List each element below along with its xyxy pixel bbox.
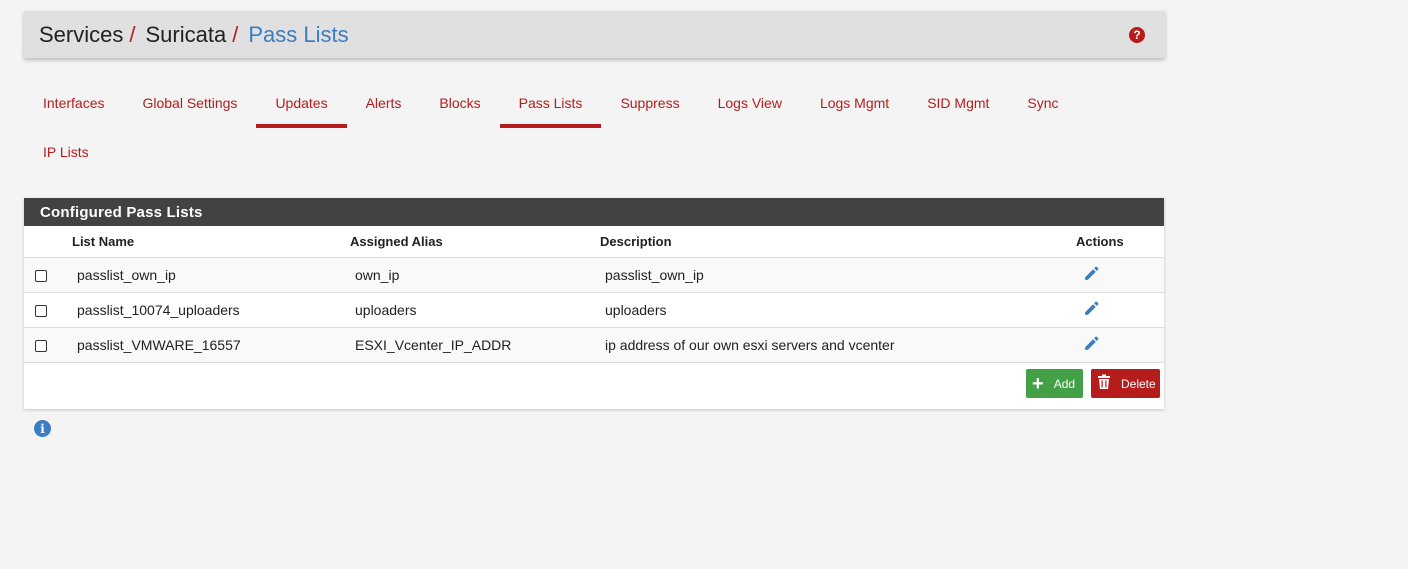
trash-icon (1097, 374, 1111, 394)
header-checkbox-col (24, 226, 72, 257)
cell-list-name: passlist_VMWARE_16557 (72, 326, 350, 362)
header-assigned-alias: Assigned Alias (350, 233, 443, 249)
cell-list-name: passlist_10074_uploaders (72, 291, 350, 327)
tab-updates[interactable]: Updates (256, 80, 347, 128)
tab-logs-mgmt[interactable]: Logs Mgmt (801, 80, 908, 128)
cell-description: passlist_own_ip (600, 256, 1076, 292)
tab-row-1: Interfaces Global Settings Updates Alert… (24, 80, 1165, 129)
tab-sync[interactable]: Sync (1008, 80, 1077, 128)
breadcrumb-separator: / (232, 21, 239, 47)
table-row: passlist_VMWARE_16557 ESXI_Vcenter_IP_AD… (24, 326, 1164, 362)
cell-description: ip address of our own esxi servers and v… (600, 326, 1076, 362)
header-actions: Actions (1076, 233, 1124, 249)
cell-assigned-alias: uploaders (350, 291, 600, 327)
breadcrumb-suricata[interactable]: Suricata (145, 22, 226, 48)
tab-sid-mgmt[interactable]: SID Mgmt (908, 80, 1008, 128)
tab-row-2: IP Lists (24, 129, 1165, 178)
help-icon[interactable]: ? (1129, 27, 1145, 43)
info-circle-icon[interactable]: i (34, 420, 51, 437)
cell-description: uploaders (600, 291, 1076, 327)
plus-icon: + (1032, 372, 1044, 395)
tab-bar: Interfaces Global Settings Updates Alert… (24, 80, 1165, 178)
row-checkbox[interactable] (35, 339, 47, 352)
panel-title: Configured Pass Lists (24, 198, 1164, 226)
add-button-label: Add (1053, 376, 1076, 391)
pass-lists-table: List Name Assigned Alias Description Act… (24, 226, 1164, 405)
table-footer-row: + Add Delete (24, 361, 1164, 405)
pencil-icon[interactable] (1083, 265, 1100, 285)
add-button[interactable]: + Add (1026, 369, 1083, 399)
pencil-icon[interactable] (1083, 300, 1100, 320)
table-row: passlist_own_ip own_ip passlist_own_ip (24, 256, 1164, 292)
row-checkbox[interactable] (35, 269, 47, 282)
table-header-row: List Name Assigned Alias Description Act… (24, 226, 1164, 257)
row-checkbox[interactable] (35, 304, 47, 317)
pencil-icon[interactable] (1083, 335, 1100, 355)
cell-list-name: passlist_own_ip (72, 256, 350, 292)
breadcrumb-services[interactable]: Services (39, 22, 123, 48)
breadcrumb-separator: / (129, 21, 136, 47)
tab-logs-view[interactable]: Logs View (699, 80, 801, 128)
pass-lists-panel: Configured Pass Lists List Name Assigned… (24, 198, 1164, 409)
tab-suppress[interactable]: Suppress (601, 80, 698, 128)
cell-assigned-alias: own_ip (350, 256, 600, 292)
tab-alerts[interactable]: Alerts (347, 80, 421, 128)
header-list-name: List Name (72, 233, 135, 249)
cell-assigned-alias: ESXI_Vcenter_IP_ADDR (350, 326, 600, 362)
tab-blocks[interactable]: Blocks (420, 80, 499, 128)
header-description: Description (600, 233, 672, 249)
breadcrumb-pass-lists[interactable]: Pass Lists (248, 22, 348, 48)
tab-global-settings[interactable]: Global Settings (123, 80, 256, 128)
tab-pass-lists[interactable]: Pass Lists (499, 80, 602, 128)
tab-interfaces[interactable]: Interfaces (24, 80, 123, 128)
delete-button[interactable]: Delete (1091, 369, 1160, 399)
tab-ip-lists[interactable]: IP Lists (24, 129, 108, 177)
table-row: passlist_10074_uploaders uploaders uploa… (24, 291, 1164, 327)
breadcrumb-bar: Services / Suricata / Pass Lists ? (24, 11, 1165, 58)
delete-button-label: Delete (1121, 376, 1156, 391)
